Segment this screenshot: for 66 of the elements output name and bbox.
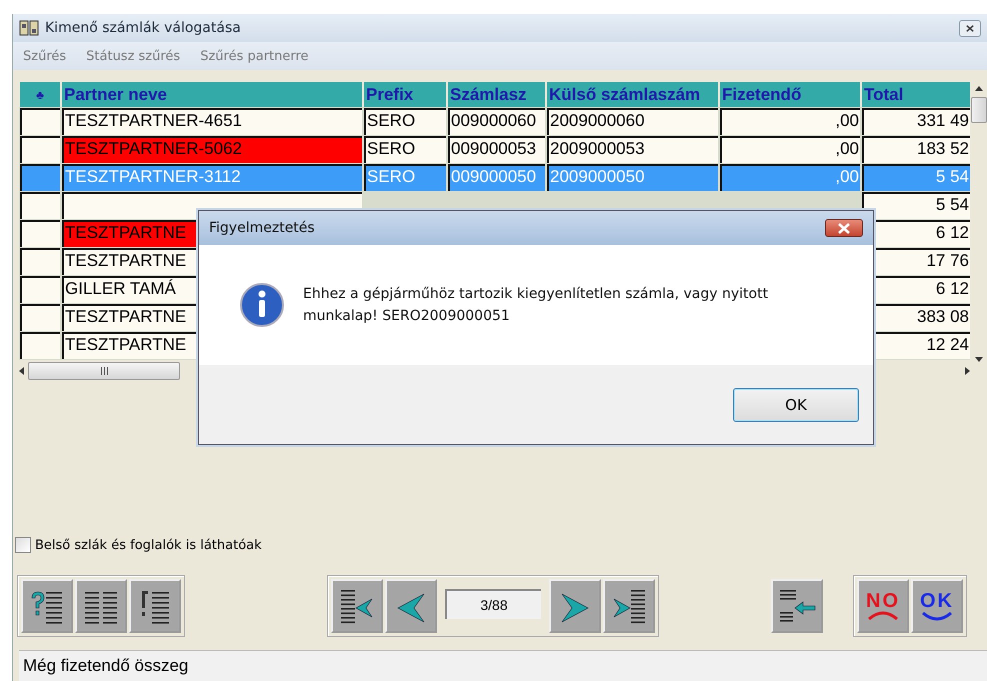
table-cell: TESZTPARTNER-5062 — [62, 136, 362, 163]
dialog-title: Figyelmeztetés — [209, 220, 315, 236]
toolbar-button[interactable] — [603, 579, 655, 633]
scroll-up-icon — [974, 86, 982, 91]
table-cell: 009000053 — [448, 136, 545, 163]
table-cell: SERO — [364, 108, 446, 135]
column-header[interactable]: Külső számlaszám — [547, 82, 718, 107]
scroll-left-icon — [19, 367, 24, 375]
grip-icon — [100, 367, 108, 375]
table-cell — [20, 248, 60, 275]
table-cell: 009000050 — [448, 164, 545, 191]
frown-icon — [867, 611, 899, 621]
table-cell: SERO — [364, 136, 446, 163]
table-cell: 009000060 — [448, 108, 545, 135]
toolbar-button[interactable] — [771, 579, 823, 633]
ok-button[interactable]: OK — [911, 579, 963, 633]
close-icon — [966, 24, 974, 32]
page-counter: 3/88 — [445, 589, 541, 619]
smile-icon — [921, 611, 953, 621]
toolbar-button[interactable] — [75, 579, 127, 633]
table-cell — [20, 108, 60, 135]
toolbar-button[interactable] — [129, 579, 181, 633]
close-icon — [837, 222, 851, 234]
table-cell — [20, 136, 60, 163]
status-bar: Még fizetendő összeg — [19, 650, 987, 681]
table-cell: 5 54 — [862, 192, 970, 219]
column-header[interactable]: Partner neve — [62, 82, 362, 107]
toolbar-button[interactable] — [21, 579, 73, 633]
table-cell: 2009000050 — [547, 164, 718, 191]
column-header[interactable]: Total — [862, 82, 970, 107]
table-cell: ,00 — [720, 108, 860, 135]
table-cell: TESZTPARTNER-4651 — [62, 108, 362, 135]
column-header[interactable]: ♣ — [20, 82, 60, 107]
app-icon — [19, 20, 39, 36]
info-icon — [239, 282, 285, 328]
menu-item[interactable]: Szűrés partnerre — [200, 48, 309, 64]
scroll-thumb[interactable] — [970, 97, 986, 123]
table-cell — [20, 304, 60, 331]
checkbox-label[interactable]: Belső szlák és foglalók is láthatóak — [35, 538, 262, 552]
close-button[interactable] — [825, 219, 863, 237]
table-cell — [20, 164, 60, 191]
checkbox[interactable] — [15, 537, 31, 553]
scroll-down-icon — [974, 357, 982, 362]
column-header[interactable]: Számlasz — [448, 82, 545, 107]
menu-item[interactable]: Státusz szűrés — [86, 48, 180, 64]
ok-button[interactable]: OK — [733, 388, 859, 422]
table-cell: SERO — [364, 164, 446, 191]
table-cell: 2009000053 — [547, 136, 718, 163]
table-cell: 331 49 — [862, 108, 970, 135]
scroll-thumb[interactable] — [28, 362, 180, 380]
toolbar-button[interactable] — [331, 579, 383, 633]
table-cell: TESZTPARTNER-3112 — [62, 164, 362, 191]
table-cell — [20, 220, 60, 247]
table-cell — [20, 276, 60, 303]
table-cell: 2009000060 — [547, 108, 718, 135]
table-cell: ,00 — [720, 136, 860, 163]
table-cell — [20, 192, 60, 219]
column-header[interactable]: Prefix — [364, 82, 446, 107]
close-button[interactable] — [959, 20, 981, 36]
table-cell: ,00 — [720, 164, 860, 191]
column-header[interactable]: Fizetendő — [720, 82, 860, 107]
window-title: Kimenő számlák válogatása — [45, 20, 241, 36]
table-cell — [20, 332, 60, 359]
table-cell: 183 52 — [862, 136, 970, 163]
table-cell: 5 54 — [862, 164, 970, 191]
menu-item[interactable]: Szűrés — [23, 48, 66, 64]
